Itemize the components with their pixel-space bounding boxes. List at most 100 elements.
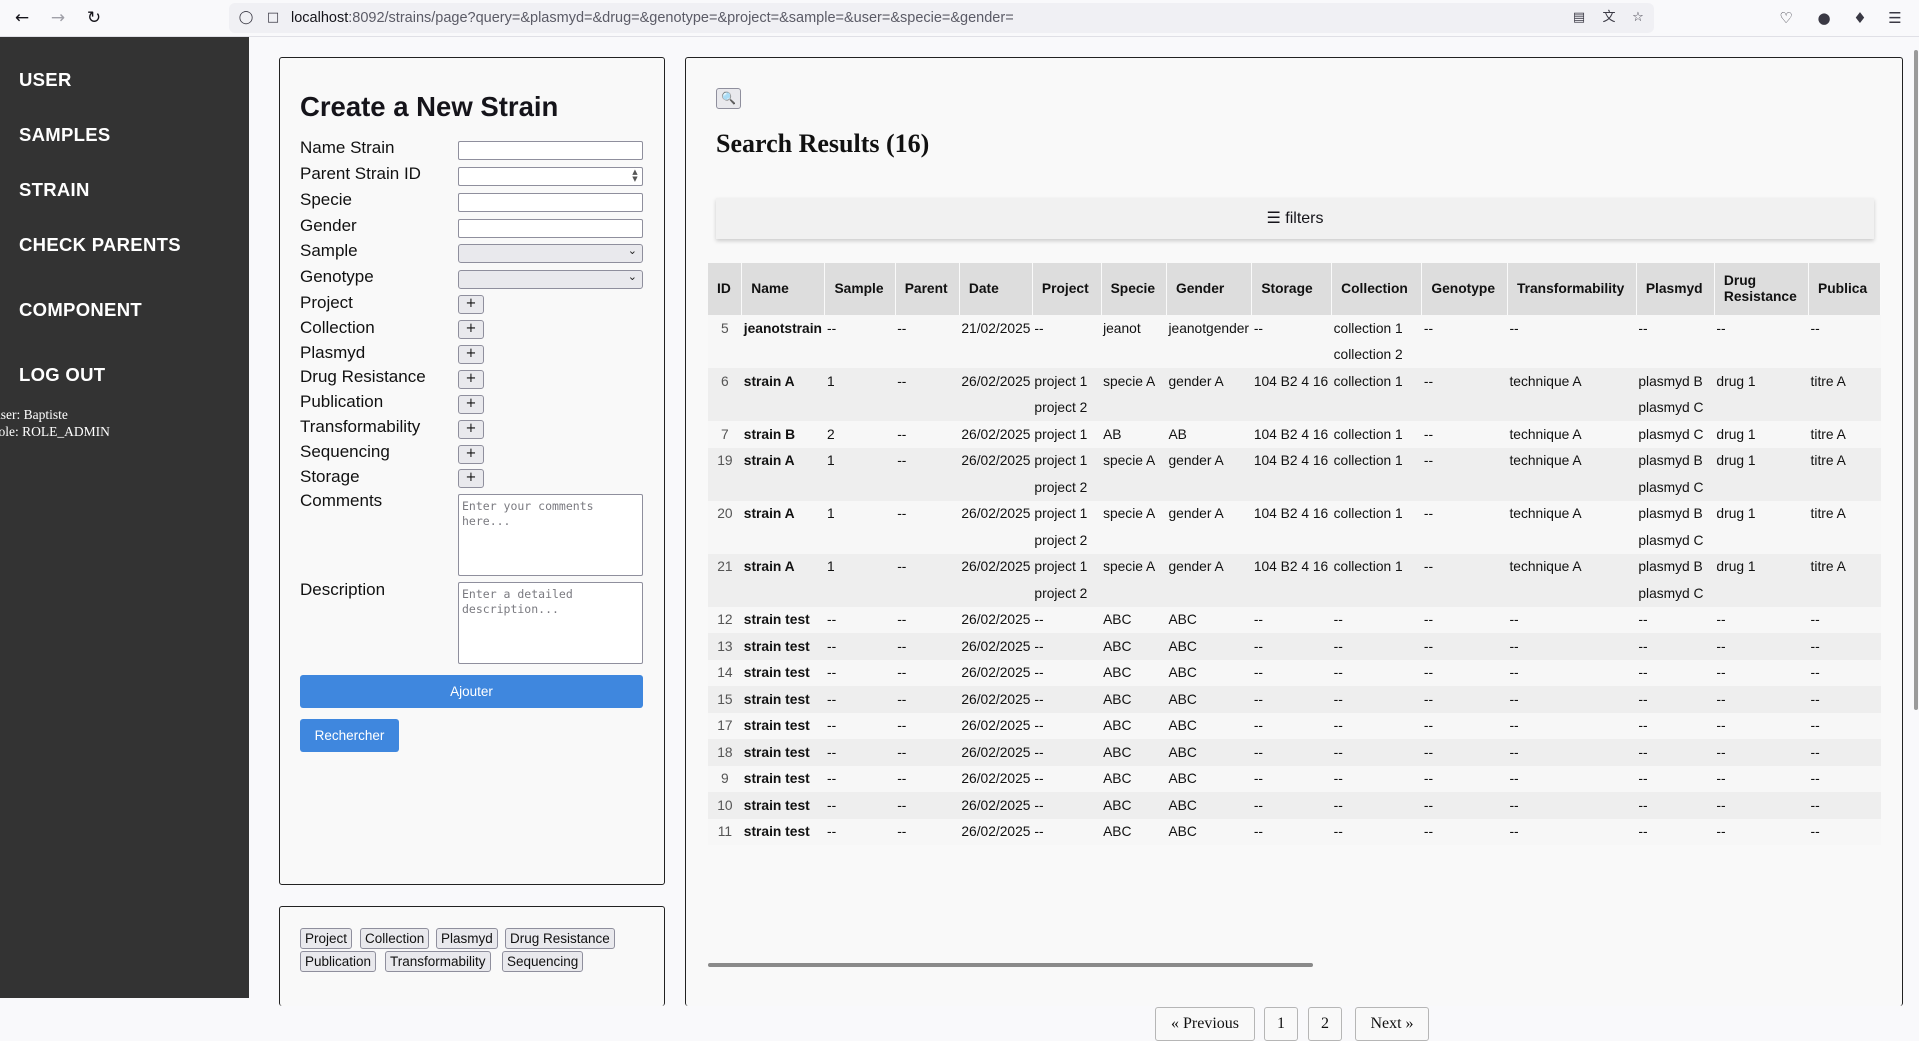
- account-icon[interactable]: ●: [1812, 6, 1836, 30]
- vertical-scrollbar[interactable]: [1914, 50, 1918, 710]
- table-row[interactable]: 15 strain test -- -- 26/02/2025 -- ABC ABC -- -- -…: [708, 686, 1881, 713]
- pagination-page-2[interactable]: 2: [1308, 1007, 1342, 1041]
- add-transformability-button[interactable]: +: [458, 420, 484, 439]
- sidebar-item-logout[interactable]: LOG OUT: [19, 364, 105, 386]
- pocket-icon[interactable]: ♡: [1774, 6, 1798, 30]
- table-header-row: ID Name Sample Parent Date Project Specie Gende…: [708, 263, 1881, 315]
- forward-arrow-icon[interactable]: →: [46, 6, 70, 30]
- sidebar-item-component[interactable]: COMPONENT: [19, 299, 142, 321]
- sidebar-item-user[interactable]: USER: [19, 69, 72, 91]
- table-row[interactable]: 7 strain B 2 -- 26/02/2025 project 1 AB AB 104 B…: [708, 421, 1881, 448]
- table-cell: --: [895, 792, 960, 819]
- table-cell: strain test: [741, 686, 825, 713]
- table-cell: [959, 341, 1033, 368]
- search-toggle-button[interactable]: 🔍: [716, 88, 741, 109]
- table-row[interactable]: 18 strain test -- -- 26/02/2025 -- ABC ABC -- -- -…: [708, 739, 1881, 766]
- specie-input[interactable]: [458, 193, 643, 212]
- table-cell: --: [895, 315, 960, 342]
- tag-plasmyd-button[interactable]: Plasmyd: [436, 928, 498, 949]
- table-cell: [1507, 474, 1637, 501]
- tag-project-button[interactable]: Project: [300, 928, 353, 949]
- table-row[interactable]: 19 strain A 1 -- 26/02/2025 project 1 specie A…: [708, 447, 1881, 474]
- table-row[interactable]: 14 strain test -- -- 26/02/2025 -- ABC ABC -- -- -…: [708, 659, 1881, 686]
- add-publication-button[interactable]: +: [458, 395, 484, 414]
- url-bar[interactable]: ◯ □ localhost:8092/strains/page?query=&p…: [229, 3, 1654, 33]
- table-cell: collection 1: [1331, 500, 1422, 527]
- tag-sequencing-button[interactable]: Sequencing: [502, 951, 584, 972]
- results-table-container[interactable]: ID Name Sample Parent Date Project Specie Gende…: [708, 263, 1881, 909]
- page-info-icon[interactable]: □: [264, 8, 282, 28]
- label-name-strain: Name Strain: [300, 138, 395, 157]
- description-textarea[interactable]: Enter a detailed description...: [458, 582, 643, 664]
- reload-icon[interactable]: ↻: [82, 6, 106, 30]
- horizontal-scrollbar[interactable]: [708, 963, 1313, 967]
- add-collection-button[interactable]: +: [458, 320, 484, 339]
- table-cell: --: [1714, 659, 1809, 686]
- table-cell: ABC: [1166, 606, 1252, 633]
- gender-input[interactable]: [458, 219, 643, 238]
- pagination-page-1[interactable]: 1: [1264, 1007, 1298, 1041]
- translate-icon[interactable]: 文: [1600, 8, 1618, 28]
- table-row[interactable]: 11 strain test -- -- 26/02/2025 -- ABC ABC -- -- -…: [708, 818, 1881, 845]
- table-cell: [1421, 527, 1508, 554]
- menu-icon[interactable]: ☰: [1883, 6, 1907, 30]
- table-cell: --: [1032, 818, 1102, 845]
- add-storage-button[interactable]: +: [458, 469, 484, 488]
- rechercher-button[interactable]: Rechercher: [300, 719, 399, 752]
- table-row[interactable]: 12 strain test -- -- 26/02/2025 -- ABC ABC -- -- -…: [708, 606, 1881, 633]
- pagination-next[interactable]: Next »: [1355, 1007, 1429, 1041]
- table-row[interactable]: 5 jeanotstrain -- -- 21/02/2025 -- jeanot jeano…: [708, 315, 1881, 342]
- tag-collection-button[interactable]: Collection: [360, 928, 430, 949]
- table-row[interactable]: 9 strain test -- -- 26/02/2025 -- ABC ABC -- -- --…: [708, 765, 1881, 792]
- bookmark-star-icon[interactable]: ☆: [1629, 8, 1647, 28]
- extensions-icon[interactable]: ♦: [1848, 6, 1872, 30]
- tag-transformability-button[interactable]: Transformability: [385, 951, 491, 972]
- shield-icon[interactable]: ◯: [237, 8, 255, 28]
- pagination-previous[interactable]: « Previous: [1155, 1007, 1255, 1041]
- sidebar-item-strain[interactable]: STRAIN: [19, 179, 90, 201]
- ajouter-button[interactable]: Ajouter: [300, 675, 643, 708]
- table-cell: 26/02/2025: [959, 686, 1033, 713]
- table-cell: --: [824, 606, 896, 633]
- genotype-select[interactable]: ⌄: [458, 270, 643, 289]
- table-row[interactable]: 17 strain test -- -- 26/02/2025 -- ABC ABC -- -- -…: [708, 712, 1881, 739]
- table-cell: [1421, 474, 1508, 501]
- table-cell: --: [1808, 659, 1881, 686]
- tag-drug-resistance-button[interactable]: Drug Resistance: [505, 928, 615, 949]
- table-row[interactable]: 13 strain test -- -- 26/02/2025 -- ABC ABC -- -- -…: [708, 633, 1881, 660]
- sample-select[interactable]: ⌄: [458, 244, 643, 263]
- table-row[interactable]: 20 strain A 1 -- 26/02/2025 project 1 specie A…: [708, 500, 1881, 527]
- add-sequencing-button[interactable]: +: [458, 445, 484, 464]
- sidebar-item-samples[interactable]: SAMPLES: [19, 124, 111, 146]
- table-cell: --: [1507, 792, 1637, 819]
- table-cell: --: [1032, 712, 1102, 739]
- comments-textarea[interactable]: Enter your comments here...: [458, 494, 643, 576]
- table-cell: [1714, 474, 1809, 501]
- table-row[interactable]: 6 strain A 1 -- 26/02/2025 project 1 specie Ag…: [708, 368, 1881, 395]
- filters-toggle[interactable]: ☰ filters: [716, 198, 1874, 239]
- add-drug-resistance-button[interactable]: +: [458, 370, 484, 389]
- table-cell: 26/02/2025: [959, 606, 1033, 633]
- tag-publication-button[interactable]: Publication: [300, 951, 377, 972]
- table-cell: ABC: [1101, 659, 1167, 686]
- sidebar-item-check-parents[interactable]: CHECK PARENTS: [19, 234, 181, 256]
- table-cell: [1421, 580, 1508, 607]
- back-arrow-icon[interactable]: ←: [10, 6, 34, 30]
- table-cell: --: [1251, 606, 1332, 633]
- table-cell: [1808, 527, 1881, 554]
- table-row[interactable]: 10 strain test -- -- 26/02/2025 -- ABC ABC -- -- -…: [708, 792, 1881, 819]
- add-plasmyd-button[interactable]: +: [458, 345, 484, 364]
- table-cell: [1101, 580, 1167, 607]
- number-spinner-icon[interactable]: ▲ ▼: [630, 169, 640, 184]
- table-cell: [741, 474, 825, 501]
- table-cell: --: [1421, 368, 1508, 395]
- url-text[interactable]: localhost:8092/strains/page?query=&plasm…: [291, 10, 1014, 26]
- table-cell: specie A: [1101, 500, 1167, 527]
- table-row[interactable]: 21 strain A 1 -- 26/02/2025 project 1 specie A…: [708, 553, 1881, 580]
- parent-strain-id-input[interactable]: ▲ ▼: [458, 167, 643, 186]
- reader-view-icon[interactable]: ▤: [1570, 8, 1588, 28]
- name-strain-input[interactable]: [458, 141, 643, 160]
- table-cell: --: [1636, 765, 1715, 792]
- add-project-button[interactable]: +: [458, 295, 484, 314]
- label-genotype: Genotype: [300, 267, 374, 286]
